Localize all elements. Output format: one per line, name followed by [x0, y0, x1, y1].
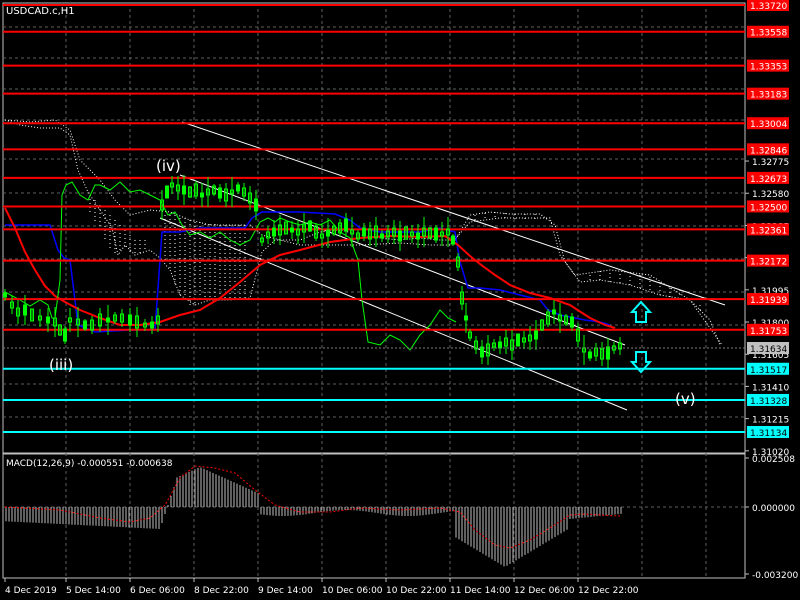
candle-body	[182, 185, 186, 195]
macd-axis: 0.002508 0.000000 -0.003200	[745, 455, 798, 581]
candle-body	[326, 229, 330, 237]
resistance-label: 1.32361	[750, 226, 787, 236]
wave-label-iv: (iv)	[156, 157, 181, 175]
time-tick-label: 12 Dec 22:00	[578, 586, 639, 596]
candle-body	[63, 328, 67, 342]
candle-body	[570, 316, 574, 328]
support-levels[interactable]	[3, 367, 745, 433]
resistance-label: 1.32500	[750, 203, 787, 213]
candle-body	[236, 184, 240, 192]
resistance-label: 1.33183	[750, 91, 787, 101]
macd-label: MACD(12,26,9) -0.000551 -0.000638	[6, 459, 173, 469]
time-tick-label: 12 Dec 06:00	[514, 586, 575, 596]
time-tick-label: 11 Dec 14:00	[450, 586, 511, 596]
candle-body	[128, 314, 132, 326]
time-tick-label: 8 Dec 22:00	[194, 586, 249, 596]
macd-tick-label: -0.003200	[752, 571, 798, 581]
resistance-label: 1.33004	[750, 120, 787, 130]
candle-body	[516, 333, 520, 347]
up-arrow-icon[interactable]	[629, 300, 653, 323]
macd-tick-label: 0.000000	[752, 504, 795, 514]
resistance-label: 1.33558	[750, 29, 787, 39]
candle-body	[23, 304, 27, 316]
candle-body	[434, 227, 438, 241]
candle-body	[272, 227, 276, 237]
candle-body	[106, 317, 110, 323]
wave-label-iii: (iii)	[49, 356, 73, 374]
candle-body	[308, 220, 312, 232]
candle-body	[552, 309, 556, 315]
candle-body	[46, 316, 50, 324]
support-label: 1.31328	[750, 397, 787, 407]
candle-body	[344, 218, 348, 232]
current-price-label: 1.31634	[750, 345, 787, 355]
candle-body	[83, 320, 87, 330]
time-tick-label: 9 Dec 14:00	[258, 586, 313, 596]
trading-chart[interactable]: (iv) (iii) (v) USDCAD.c,H1 1.32775 1.3258…	[0, 0, 800, 600]
wave-label-v: (v)	[675, 390, 696, 408]
resistance-levels[interactable]	[3, 4, 745, 331]
candle-body	[606, 346, 610, 360]
candle-body	[254, 198, 258, 212]
candle-body	[3, 292, 7, 298]
candle-body	[498, 341, 502, 349]
candle-body	[218, 187, 222, 199]
resistance-label: 1.33720	[750, 2, 787, 12]
price-candles	[3, 175, 622, 368]
candle-body	[362, 227, 366, 237]
resistance-label: 1.33353	[750, 63, 787, 73]
price-tick-label: 1.32580	[752, 190, 789, 200]
candle-body	[398, 230, 402, 242]
grid	[3, 3, 745, 578]
macd-histogram	[5, 467, 622, 567]
time-axis: 4 Dec 2019 5 Dec 14:00 6 Dec 06:00 8 Dec 22…	[4, 578, 639, 596]
candle-body	[380, 233, 384, 239]
price-tick-label: 1.32775	[752, 158, 789, 168]
resistance-label: 1.31753	[750, 327, 787, 337]
candle-body	[165, 185, 169, 199]
candle-body	[290, 227, 294, 233]
candle-body	[451, 235, 455, 245]
support-label: 1.31517	[750, 366, 787, 376]
candle-body	[150, 321, 154, 329]
support-label: 1.31134	[750, 429, 787, 439]
resistance-label: 1.32846	[750, 146, 787, 156]
resistance-label: 1.32673	[750, 175, 787, 185]
time-tick-label: 10 Dec 06:00	[322, 586, 383, 596]
time-tick-label: 10 Dec 22:00	[386, 586, 447, 596]
candle-body	[534, 330, 538, 340]
resistance-label: 1.32172	[750, 258, 787, 268]
price-tick-label: 1.31215	[752, 416, 789, 426]
resistance-label: 1.31939	[750, 296, 787, 306]
candle-body	[200, 192, 204, 198]
candle-body	[464, 315, 468, 321]
price-tick-label: 1.31410	[752, 383, 789, 393]
time-tick-label: 4 Dec 2019	[5, 586, 57, 596]
candle-body	[416, 232, 420, 240]
candle-body	[588, 351, 592, 359]
time-tick-label: 6 Dec 06:00	[130, 586, 185, 596]
price-level-labels: 1.33720 1.33558 1.33353 1.33183 1.33004 1.328…	[747, 0, 789, 439]
symbol-label: USDCAD.c,H1	[6, 6, 75, 17]
time-tick-label: 5 Dec 14:00	[66, 586, 121, 596]
macd-tick-label: 0.002508	[752, 455, 795, 465]
